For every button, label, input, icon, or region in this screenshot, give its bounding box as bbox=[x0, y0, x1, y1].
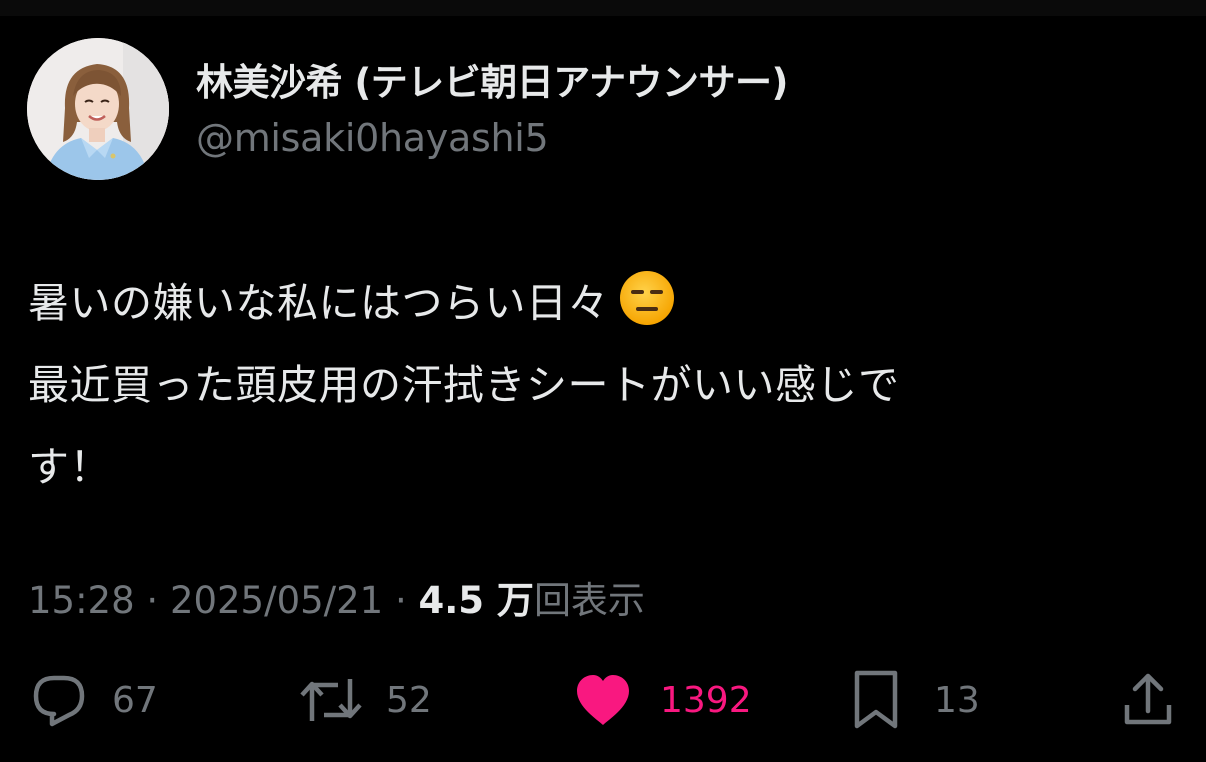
tweet-line-2: 最近買った頭皮用の汗拭きシートがいい感じで bbox=[28, 361, 900, 409]
views-count: 4.5 万 bbox=[418, 579, 534, 622]
avatar[interactable] bbox=[27, 38, 169, 180]
like-count: 1392 bbox=[660, 679, 752, 721]
action-bar: 67 52 1392 13 bbox=[0, 668, 1206, 732]
reply-icon bbox=[33, 675, 85, 727]
profile-photo-icon bbox=[27, 38, 169, 180]
expressionless-face-emoji-icon bbox=[620, 271, 674, 325]
user-handle[interactable]: @misaki0hayashi5 bbox=[196, 116, 549, 160]
reply-count: 67 bbox=[112, 679, 158, 721]
bookmark-button[interactable]: 13 bbox=[852, 668, 980, 732]
like-button[interactable]: 1392 bbox=[574, 668, 752, 732]
heart-icon bbox=[577, 675, 629, 725]
bookmark-icon bbox=[854, 670, 898, 729]
retweet-icon bbox=[300, 679, 362, 721]
tweet-line-1-text: 暑いの嫌いな私にはつらい日々 bbox=[28, 279, 609, 327]
tweet-date[interactable]: 2025/05/21 bbox=[170, 579, 383, 622]
tweet-line-1: 暑いの嫌いな私にはつらい日々 bbox=[28, 262, 1128, 344]
tweet-meta: 15:28 · 2025/05/21 · 4.5 万回表示 bbox=[28, 570, 645, 624]
tweet-text: 暑いの嫌いな私にはつらい日々 最近買った頭皮用の汗拭きシートがいい感じで す！ bbox=[28, 262, 1128, 508]
meta-separator: · bbox=[394, 579, 407, 622]
tweet-line-3: す！ bbox=[28, 443, 111, 491]
display-name[interactable]: 林美沙希 (テレビ朝日アナウンサー) bbox=[196, 52, 788, 106]
retweet-button[interactable]: 52 bbox=[298, 668, 432, 732]
retweet-count: 52 bbox=[386, 679, 432, 721]
meta-separator: · bbox=[146, 579, 159, 622]
share-button[interactable] bbox=[1120, 668, 1176, 732]
status-bar-strip bbox=[0, 0, 1206, 16]
share-icon bbox=[1124, 673, 1172, 725]
bookmark-count: 13 bbox=[934, 679, 980, 721]
tweet-time[interactable]: 15:28 bbox=[28, 579, 135, 622]
views-label: 回表示 bbox=[533, 579, 645, 622]
reply-button[interactable]: 67 bbox=[30, 668, 158, 732]
